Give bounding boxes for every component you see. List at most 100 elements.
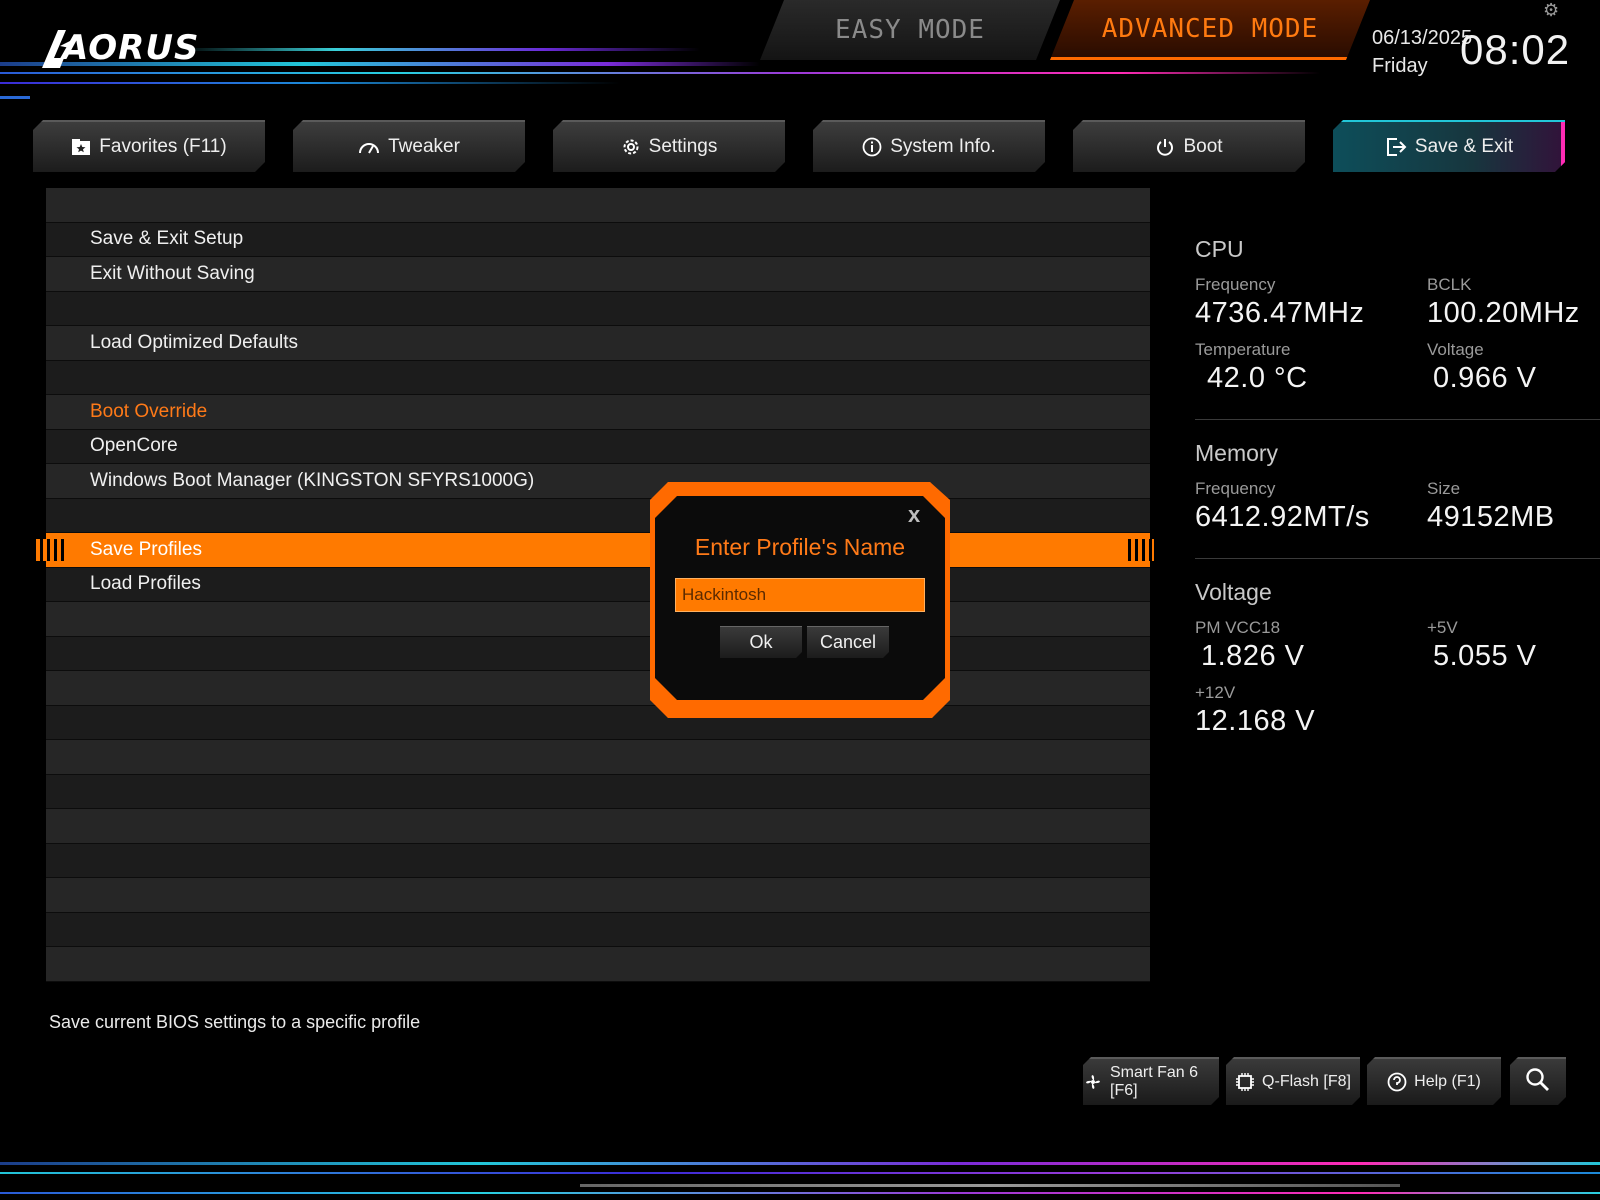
exit-icon xyxy=(1385,137,1407,157)
cancel-button[interactable]: Cancel xyxy=(807,626,889,658)
tab-label: Boot xyxy=(1183,136,1223,157)
advanced-mode-tab[interactable]: ADVANCED MODE xyxy=(1050,0,1370,60)
menu-row-blank xyxy=(46,498,1150,533)
help-button[interactable]: Help (F1) xyxy=(1367,1057,1501,1105)
menu-item-windows-boot-manager[interactable]: Windows Boot Manager (KINGSTON SFYRS1000… xyxy=(46,464,1150,499)
voltage-section-title: Voltage xyxy=(1195,579,1272,605)
pmvcc18-label: PM VCC18 xyxy=(1195,618,1281,637)
footer-stripe xyxy=(580,1184,1400,1187)
help-label: Help (F1) xyxy=(1414,1073,1481,1090)
tab-label: System Info. xyxy=(890,136,996,157)
menu-row-blank xyxy=(46,636,1150,671)
speedometer-icon xyxy=(358,139,380,155)
menu-row-blank xyxy=(46,774,1150,809)
qflash-label: Q-Flash [F8] xyxy=(1262,1073,1351,1090)
menu-row-blank xyxy=(46,878,1150,913)
header: AORUS EASY MODE ADVANCED MODE 06/13/2025… xyxy=(0,0,1600,110)
date-text: 06/13/2025 xyxy=(1372,27,1473,49)
profile-name-input[interactable]: Hackintosh xyxy=(675,578,925,612)
cpu-bclk-value: 100.20MHz xyxy=(1427,297,1580,329)
help-icon xyxy=(1387,1072,1407,1092)
search-button[interactable] xyxy=(1510,1057,1566,1105)
plus-5v: +5V 5.055 V xyxy=(1427,618,1597,673)
search-icon xyxy=(1525,1067,1551,1098)
tab-boot[interactable]: Boot xyxy=(1073,120,1305,172)
profile-name-dialog: x Enter Profile's Name Hackintosh Ok Can… xyxy=(650,482,950,718)
close-icon[interactable]: x xyxy=(908,502,920,528)
menu-list: Save & Exit Setup Exit Without Saving Lo… xyxy=(36,188,1154,982)
memory-frequency: Frequency 6412.92MT/s xyxy=(1195,479,1427,534)
menu-row-blank xyxy=(46,291,1150,326)
menu-item-load-profiles[interactable]: Load Profiles xyxy=(46,567,1150,602)
menu-row-blank xyxy=(46,843,1150,878)
memory-section-title: Memory xyxy=(1195,440,1279,466)
clock: 08:02 xyxy=(1460,26,1571,73)
plus-12v: +12V 12.168 V xyxy=(1195,683,1427,738)
menu-heading-boot-override: Boot Override xyxy=(46,395,1150,430)
ok-button[interactable]: Ok xyxy=(720,626,802,658)
footer-stripe xyxy=(0,1192,1600,1194)
plus-12v-label: +12V xyxy=(1195,683,1236,702)
tab-settings[interactable]: Settings xyxy=(553,120,785,172)
tab-label: Favorites (F11) xyxy=(99,136,227,157)
menu-row-blank xyxy=(46,809,1150,844)
menu-item-save-exit-setup[interactable]: Save & Exit Setup xyxy=(46,222,1150,257)
plus-5v-label: +5V xyxy=(1427,618,1458,637)
cpu-frequency-label: Frequency xyxy=(1195,275,1276,294)
easy-mode-tab[interactable]: EASY MODE xyxy=(760,0,1060,60)
menu-item-exit-without-saving[interactable]: Exit Without Saving xyxy=(46,257,1150,292)
star-folder-icon xyxy=(71,138,91,156)
menu-row-blank xyxy=(46,671,1150,706)
dialog-title: Enter Profile's Name xyxy=(694,534,906,560)
menu-item-opencore[interactable]: OpenCore xyxy=(46,429,1150,464)
footer-stripe xyxy=(0,1172,1600,1174)
item-description: Save current BIOS settings to a specific… xyxy=(49,1012,421,1032)
date-block: 06/13/2025 Friday xyxy=(1372,24,1472,80)
menu-row-blank xyxy=(46,360,1150,395)
power-icon xyxy=(1155,137,1175,157)
logo-text: AORUS xyxy=(62,28,200,68)
header-stripe xyxy=(0,82,620,84)
menu-row-blank xyxy=(46,912,1150,947)
memory-size-label: Size xyxy=(1427,479,1461,498)
qflash-button[interactable]: Q-Flash [F8] xyxy=(1226,1057,1360,1105)
voltage-grid: PM VCC18 1.826 V +5V 5.055 V +12V 12.168… xyxy=(1195,618,1600,738)
menu-row-blank xyxy=(46,705,1150,740)
tab-label: Tweaker xyxy=(388,136,460,157)
divider xyxy=(1195,558,1600,559)
tab-label: Save & Exit xyxy=(1414,136,1514,157)
settings-gear-icon[interactable]: ⚙ xyxy=(1543,0,1559,21)
fan-icon xyxy=(1083,1072,1103,1092)
cpu-voltage-label: Voltage xyxy=(1427,340,1484,359)
menu-row-blank xyxy=(46,602,1150,637)
tab-label: Settings xyxy=(648,136,718,157)
cpu-temperature-value: 42.0 °C xyxy=(1207,362,1308,394)
smart-fan-label: Smart Fan 6 [F6] xyxy=(1110,1064,1199,1099)
header-stripe xyxy=(180,48,700,51)
tab-tweaker[interactable]: Tweaker xyxy=(293,120,525,172)
menu-item-load-optimized-defaults[interactable]: Load Optimized Defaults xyxy=(46,326,1150,361)
menu-item-save-profiles[interactable]: Save Profiles xyxy=(36,533,1154,568)
cpu-frequency-value: 4736.47MHz xyxy=(1195,297,1365,329)
pmvcc18-value: 1.826 V xyxy=(1201,640,1305,672)
cpu-temperature-label: Temperature xyxy=(1195,340,1291,359)
tab-save-exit[interactable]: Save & Exit xyxy=(1333,120,1565,172)
gear-icon xyxy=(621,137,641,157)
divider xyxy=(1195,419,1600,420)
cpu-voltage-value: 0.966 V xyxy=(1433,362,1537,394)
tab-favorites[interactable]: Favorites (F11) xyxy=(33,120,265,172)
menu-row-blank xyxy=(46,740,1150,775)
memory-frequency-label: Frequency xyxy=(1195,479,1276,498)
memory-size: Size 49152MB xyxy=(1427,479,1597,534)
tab-system-info[interactable]: System Info. xyxy=(813,120,1045,172)
header-stripe xyxy=(0,96,30,99)
cpu-grid: Frequency 4736.47MHz BCLK 100.20MHz Temp… xyxy=(1195,275,1600,395)
header-stripe xyxy=(0,72,1320,74)
plus-5v-value: 5.055 V xyxy=(1433,640,1537,672)
menu-row-blank xyxy=(46,947,1150,982)
cpu-bclk: BCLK 100.20MHz xyxy=(1427,275,1597,330)
smart-fan-button[interactable]: Smart Fan 6 [F6] xyxy=(1083,1057,1219,1105)
memory-frequency-value: 6412.92MT/s xyxy=(1195,501,1370,533)
cpu-frequency: Frequency 4736.47MHz xyxy=(1195,275,1427,330)
cpu-voltage: Voltage 0.966 V xyxy=(1427,340,1597,395)
